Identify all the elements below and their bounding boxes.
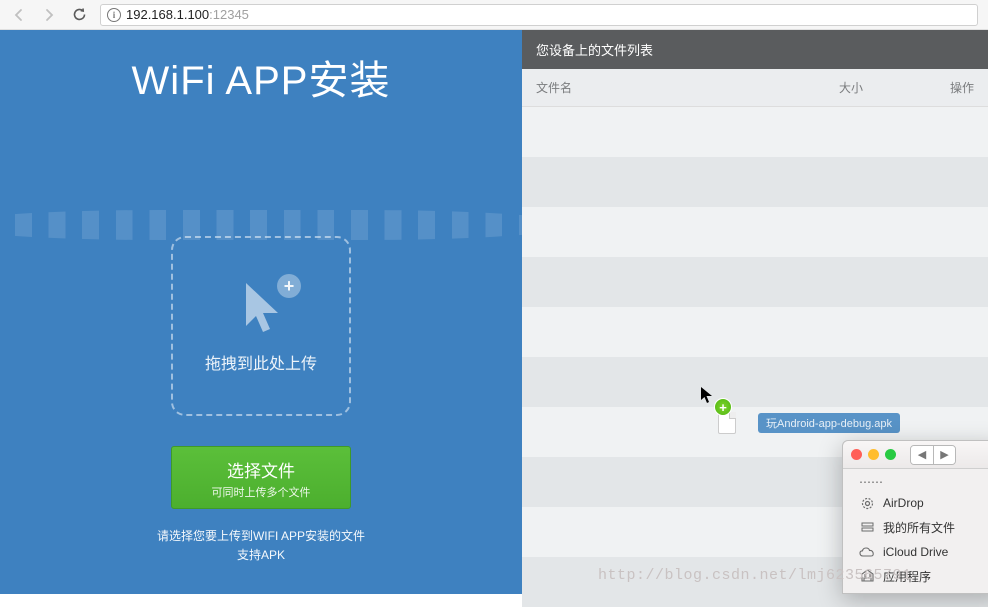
mouse-cursor-icon (700, 386, 714, 404)
table-row (522, 157, 988, 207)
drag-add-badge: + (714, 398, 732, 416)
file-list-header: 您设备上的文件列表 (522, 30, 988, 69)
sidebar-item-airdrop[interactable]: AirDrop (843, 491, 988, 515)
back-button[interactable] (10, 6, 28, 24)
traffic-min[interactable] (868, 449, 879, 460)
col-size: 大小 (839, 79, 914, 96)
page-title: WiFi APP安装 (0, 48, 522, 106)
col-filename: 文件名 (536, 79, 839, 96)
page-content: WiFi APP安装 拖拽到此处上传 选择文件 可同时上传多个文件 请选择您要上… (0, 30, 988, 594)
plus-icon (277, 274, 301, 298)
url-text: 192.168.1.100:12345 (126, 7, 249, 22)
sidebar-item-label: AirDrop (883, 496, 924, 510)
table-header: 文件名 大小 操作 (522, 69, 988, 107)
sidebar-item-allfiles[interactable]: 我的所有文件 (843, 515, 988, 540)
dragged-file-name: 玩Android-app-debug.apk (758, 413, 900, 433)
watermark: http://blog.csdn.net/lmj623565791 (598, 567, 912, 584)
table-row (522, 307, 988, 357)
table-row (522, 107, 988, 157)
finder-back[interactable]: ◀ (911, 446, 933, 464)
cloud-icon (859, 544, 875, 560)
select-file-label: 选择文件 (172, 457, 350, 482)
sidebar-item-label: 我的所有文件 (883, 519, 955, 536)
finder-truncated: ⋯⋯ (843, 473, 988, 491)
upload-cursor-icon (231, 278, 291, 338)
table-row (522, 357, 988, 407)
info-icon[interactable]: i (107, 8, 121, 22)
traffic-max[interactable] (885, 449, 896, 460)
upload-panel: WiFi APP安装 拖拽到此处上传 选择文件 可同时上传多个文件 请选择您要上… (0, 30, 522, 594)
upload-hint: 请选择您要上传到WIFI APP安装的文件 支持APK (0, 527, 522, 565)
select-file-button[interactable]: 选择文件 可同时上传多个文件 (171, 446, 351, 509)
sidebar-item-label: iCloud Drive (883, 545, 948, 559)
table-row (522, 207, 988, 257)
finder-titlebar[interactable]: ◀ ▶ (843, 441, 988, 469)
drop-text: 拖拽到此处上传 (205, 350, 317, 374)
col-operation: 操作 (914, 79, 974, 96)
table-row (522, 257, 988, 307)
browser-toolbar: i 192.168.1.100:12345 (0, 0, 988, 30)
select-file-sub: 可同时上传多个文件 (172, 484, 350, 500)
airdrop-icon (859, 495, 875, 511)
traffic-close[interactable] (851, 449, 862, 460)
url-bar[interactable]: i 192.168.1.100:12345 (100, 4, 978, 26)
sidebar-item-icloud[interactable]: iCloud Drive (843, 540, 988, 564)
dragged-file[interactable]: 玩Android-app-debug.apk (718, 412, 900, 434)
drop-zone[interactable]: 拖拽到此处上传 (171, 236, 351, 416)
finder-nav: ◀ ▶ (910, 445, 956, 465)
forward-button[interactable] (40, 6, 58, 24)
allfiles-icon (859, 520, 875, 536)
reload-button[interactable] (70, 6, 88, 24)
finder-forward[interactable]: ▶ (933, 446, 955, 464)
